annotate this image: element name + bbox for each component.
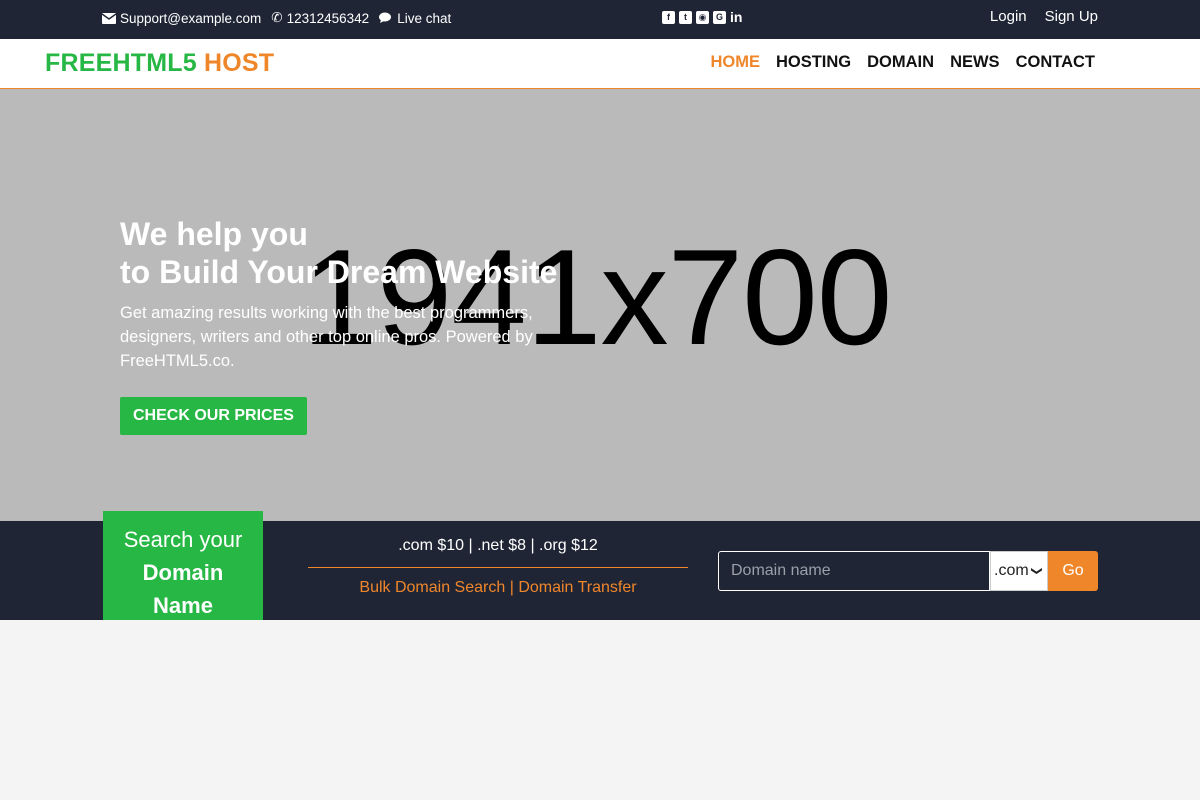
google-plus-icon[interactable]: G (713, 11, 726, 24)
phone-icon: ✆ (271, 10, 283, 25)
signup-link[interactable]: Sign Up (1045, 8, 1098, 25)
domain-transfer-link[interactable]: Domain Transfer (518, 579, 636, 596)
chat-icon (379, 12, 392, 23)
prices-divider (308, 567, 688, 568)
nav-home[interactable]: HOME (710, 53, 760, 72)
hero-title-line1: We help you (120, 216, 308, 252)
domain-title-line3: Name (153, 593, 213, 618)
hero-title: We help you to Build Your Dream Website (120, 215, 557, 291)
account-links: Login Sign Up (990, 8, 1098, 25)
domain-prices: .com $10 | .net $8 | .org $12 Bulk Domai… (308, 537, 688, 597)
domain-title-line1: Search your (123, 527, 243, 552)
top-bar: Support@example.com ✆ 12312456342 Live c… (0, 0, 1200, 39)
tld-select[interactable]: .com ❯ (990, 551, 1048, 591)
social-links: f t ◉ G in (662, 10, 744, 24)
instagram-icon[interactable]: ◉ (696, 11, 709, 24)
brand-logo[interactable]: FREEHTML5 HOST (45, 49, 274, 78)
brand-name-part2: HOST (203, 49, 275, 77)
domain-links: Bulk Domain Search | Domain Transfer (308, 579, 688, 597)
check-prices-button[interactable]: CHECK OUR PRICES (120, 397, 307, 435)
page-content-area (0, 620, 1200, 800)
phone-text: 12312456342 (286, 10, 370, 26)
login-link[interactable]: Login (990, 8, 1027, 25)
domain-search-title: Search your Domain Name (103, 511, 263, 630)
hero-banner: 1941x700 We help you to Build Your Dream… (0, 89, 1200, 521)
chevron-down-icon: ❯ (1030, 566, 1043, 576)
phone-link[interactable]: ✆ 12312456342 (271, 10, 369, 26)
domain-name-input[interactable] (718, 551, 990, 591)
nav-domain[interactable]: DOMAIN (867, 53, 934, 72)
tld-price-list: .com $10 | .net $8 | .org $12 (398, 537, 598, 554)
domain-search-form: .com ❯ Go (718, 551, 1098, 591)
domain-links-separator: | (509, 579, 514, 596)
bulk-domain-search-link[interactable]: Bulk Domain Search (359, 579, 505, 596)
domain-search-bar: Search your Domain Name .com $10 | .net … (0, 511, 1200, 630)
live-chat-link[interactable]: Live chat (379, 11, 451, 26)
email-text: Support@example.com (120, 10, 262, 26)
domain-title-line2: Domain (142, 560, 224, 585)
chat-text: Live chat (397, 10, 452, 26)
main-menu: HOME HOSTING DOMAIN NEWS CONTACT (710, 53, 1095, 72)
nav-hosting[interactable]: HOSTING (776, 53, 851, 72)
main-navbar: FREEHTML5 HOST HOME HOSTING DOMAIN NEWS … (0, 39, 1200, 89)
brand-name-part1: FREEHTML5 (45, 49, 197, 77)
envelope-icon (102, 12, 116, 24)
hero-description: Get amazing results working with the bes… (120, 304, 533, 370)
contact-info: Support@example.com ✆ 12312456342 Live c… (102, 10, 451, 26)
nav-contact[interactable]: CONTACT (1016, 53, 1095, 72)
twitter-icon[interactable]: t (679, 11, 692, 24)
hero-title-line2: to Build Your Dream Website (120, 254, 558, 290)
facebook-icon[interactable]: f (662, 11, 675, 24)
email-link[interactable]: Support@example.com (102, 11, 261, 26)
nav-news[interactable]: NEWS (950, 53, 1000, 72)
linkedin-icon[interactable]: in (730, 10, 744, 24)
